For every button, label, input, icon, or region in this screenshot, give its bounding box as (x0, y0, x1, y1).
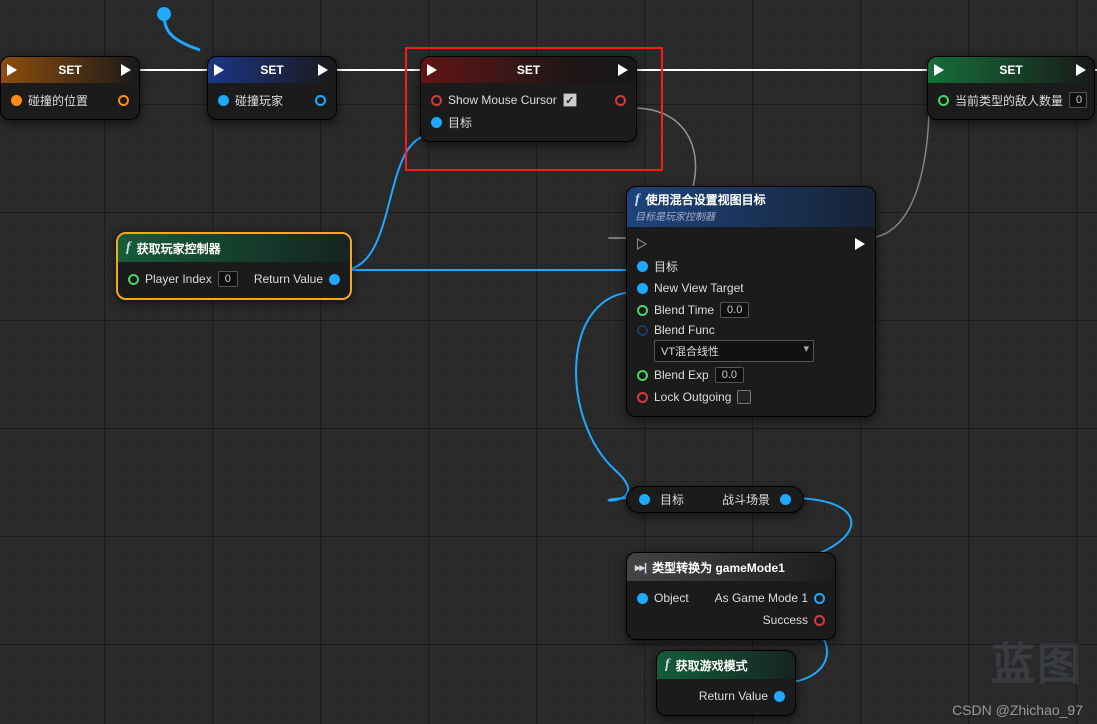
var-label: 当前类型的敌人数量 (955, 92, 1063, 109)
pin-in-target[interactable] (431, 117, 442, 128)
blend-time-value[interactable]: 0.0 (720, 302, 749, 318)
pin-in-value[interactable] (11, 95, 22, 106)
return-value-label: Return Value (254, 272, 323, 286)
var-label: Show Mouse Cursor (448, 93, 557, 107)
node-title: f 使用混合设置视图目标 目标是玩家控制器 (627, 187, 875, 227)
pin-in[interactable] (639, 494, 650, 505)
node-set-show-mouse-cursor[interactable]: SET Show Mouse Cursor ✓ 目标 (420, 56, 637, 142)
credit-text: CSDN @Zhichao_97 (952, 702, 1083, 718)
pin-exec-in[interactable] (637, 238, 647, 250)
pin-in-int[interactable] (938, 95, 949, 106)
node-set-collision-player[interactable]: SET 碰撞玩家 (207, 56, 337, 120)
watermark: 蓝图 (991, 628, 1083, 692)
pin-out-value[interactable] (315, 95, 326, 106)
int-value[interactable]: 0 (1069, 92, 1087, 108)
pin-in-target[interactable] (637, 261, 648, 272)
pin-out-as-gamemode[interactable] (814, 593, 825, 604)
node-title: SET (1, 57, 139, 83)
blend-func-select[interactable]: VT混合线性 (654, 340, 814, 362)
node-title: f 获取玩家控制器 (118, 234, 350, 262)
pin-in-player-index[interactable] (128, 274, 139, 285)
node-title: SET (208, 57, 336, 83)
cast-icon: ▸▸| (635, 561, 646, 574)
node-title: f 获取游戏模式 (657, 651, 795, 679)
pin-out-return[interactable] (774, 691, 785, 702)
pin-in-bool[interactable] (431, 95, 442, 106)
target-label: 目标 (448, 114, 472, 131)
function-icon: f (126, 240, 131, 256)
pin-in-new-view-target[interactable] (637, 283, 648, 294)
pin-in-blend-exp[interactable] (637, 370, 648, 381)
var-label: 碰撞的位置 (28, 92, 88, 109)
pin-in-blend-func[interactable] (637, 325, 648, 336)
node-set-view-target-with-blend[interactable]: f 使用混合设置视图目标 目标是玩家控制器 目标 New View Target… (626, 186, 876, 417)
var-label: 碰撞玩家 (235, 92, 283, 109)
checkbox-show-cursor[interactable]: ✓ (563, 93, 577, 107)
node-title: SET (421, 57, 636, 83)
node-set-enemy-count[interactable]: SET 当前类型的敌人数量 0 (927, 56, 1095, 120)
pin-out-success[interactable] (814, 615, 825, 626)
node-target-battle-scene[interactable]: 目标 战斗场景 (626, 486, 804, 513)
pin-in-value[interactable] (218, 95, 229, 106)
pin-exec-out[interactable] (855, 238, 865, 250)
node-get-game-mode[interactable]: f 获取游戏模式 Return Value (656, 650, 796, 716)
node-title: SET (928, 57, 1094, 83)
function-icon: f (665, 657, 670, 673)
node-set-collision-position[interactable]: SET 碰撞的位置 (0, 56, 140, 120)
pin-in-lock-outgoing[interactable] (637, 392, 648, 403)
pin-out[interactable] (780, 494, 791, 505)
pin-out-return[interactable] (329, 274, 340, 285)
pin-in-blend-time[interactable] (637, 305, 648, 316)
node-title: ▸▸| 类型转换为 gameMode1 (627, 553, 835, 581)
node-subtitle: 目标是玩家控制器 (635, 208, 715, 223)
player-index-value[interactable]: 0 (218, 271, 238, 287)
node-cast-to-gamemode1[interactable]: ▸▸| 类型转换为 gameMode1 Object As Game Mode … (626, 552, 836, 640)
pin-in-object[interactable] (637, 593, 648, 604)
player-index-label: Player Index (145, 272, 212, 286)
checkbox-lock-outgoing[interactable] (737, 390, 751, 404)
blend-exp-value[interactable]: 0.0 (715, 367, 744, 383)
node-get-player-controller[interactable]: f 获取玩家控制器 Player Index 0 Return Value (116, 232, 352, 300)
pin-out-value[interactable] (615, 95, 626, 106)
function-icon: f (635, 192, 640, 208)
pin-out-value[interactable] (118, 95, 129, 106)
